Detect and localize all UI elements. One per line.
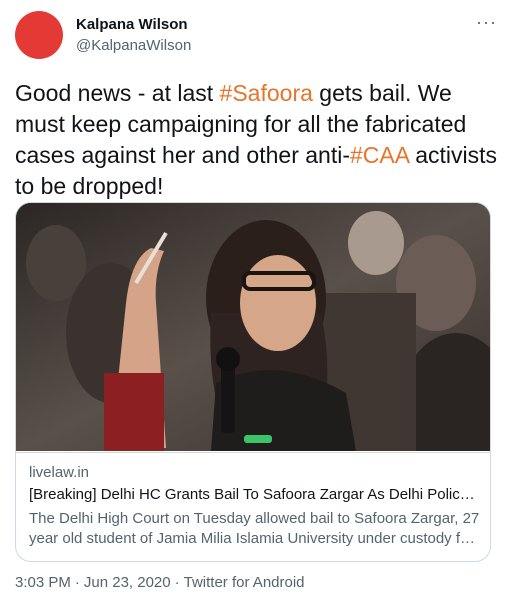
tweet-footer: 3:03 PM · Jun 23, 2020 · Twitter for Android: [15, 574, 305, 591]
tweet-source[interactable]: Twitter for Android: [184, 574, 305, 591]
card-title: [Breaking] Delhi HC Grants Bail To Safoo…: [29, 486, 479, 503]
card-domain: livelaw.in: [29, 464, 90, 481]
link-card[interactable]: livelaw.in [Breaking] Delhi HC Grants Ba…: [15, 202, 491, 562]
tweet-date[interactable]: Jun 23, 2020: [84, 574, 171, 591]
separator: ·: [174, 574, 180, 591]
hashtag-link[interactable]: #CAA: [350, 142, 409, 168]
tweet-text: Good news - at last #Safoora gets bail. …: [15, 78, 507, 202]
hashtag-link[interactable]: #Safoora: [220, 80, 313, 106]
separator: ·: [74, 574, 80, 591]
tweet: Kalpana Wilson @KalpanaWilson ··· Good n…: [0, 0, 515, 610]
card-image[interactable]: [16, 203, 490, 451]
tweet-text-part: Good news - at last: [15, 80, 220, 106]
tweet-time[interactable]: 3:03 PM: [15, 574, 71, 591]
author-handle[interactable]: @KalpanaWilson: [76, 37, 191, 54]
card-meta[interactable]: livelaw.in [Breaking] Delhi HC Grants Ba…: [16, 452, 490, 561]
ellipsis-icon[interactable]: ···: [476, 12, 497, 32]
card-description: The Delhi High Court on Tuesday allowed …: [29, 510, 480, 547]
avatar[interactable]: [15, 11, 63, 59]
author-name[interactable]: Kalpana Wilson: [76, 16, 188, 33]
